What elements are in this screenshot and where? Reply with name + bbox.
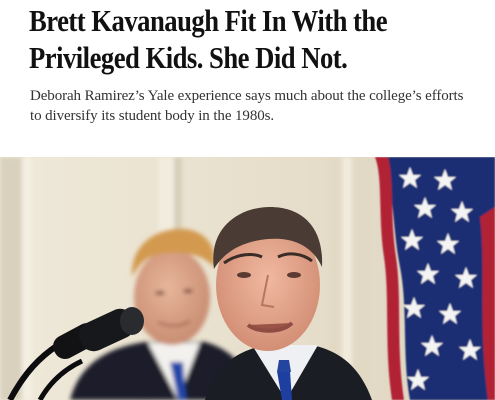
american-flag bbox=[375, 157, 495, 400]
article-summary: Deborah Ramirez’s Yale experience says m… bbox=[30, 88, 464, 124]
article-photo[interactable] bbox=[0, 157, 495, 400]
headline[interactable]: Brett Kavanaugh Fit In With the Privileg… bbox=[29, 2, 416, 76]
headline-line-2: Privileged Kids. She Did Not. bbox=[29, 40, 348, 75]
headline-line-1: Brett Kavanaugh Fit In With the bbox=[29, 3, 388, 38]
photo-illustration bbox=[0, 157, 495, 400]
